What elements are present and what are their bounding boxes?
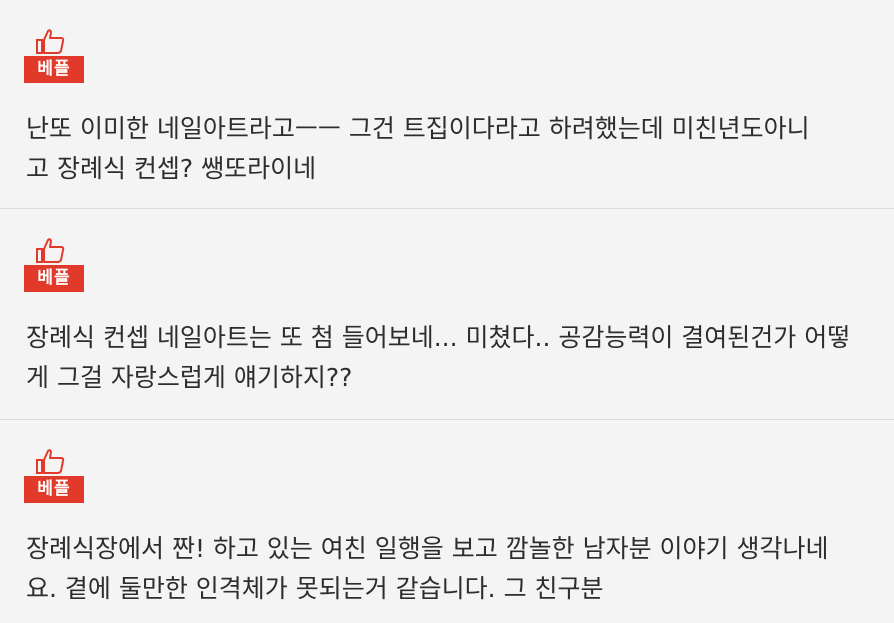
comment-list: 베플 난또 이미한 네일아트라고ㅡㅡ 그건 트집이다라고 하려했는데 미친년도아… xyxy=(0,0,894,623)
comment-text: 장례식 컨셉 네일아트는 또 첨 들어보네... 미쳤다.. 공감능력이 결여된… xyxy=(26,318,872,398)
best-badge: 베플 xyxy=(24,237,84,292)
thumbs-up-icon xyxy=(36,449,65,474)
comment-line: 장례식장에서 짠! 하고 있는 여친 일행을 보고 깜놀한 남자분 이야기 생각… xyxy=(26,534,829,563)
best-badge-label: 베플 xyxy=(24,265,84,292)
best-comment: 베플 장례식 컨셉 네일아트는 또 첨 들어보네... 미쳤다.. 공감능력이 … xyxy=(0,209,894,420)
thumbs-up-icon xyxy=(36,29,65,54)
best-badge-label: 베플 xyxy=(24,56,84,83)
comment-line: 고 장례식 컨셉? 쌩또라이네 xyxy=(26,154,317,183)
comment-line: 게 그걸 자랑스럽게 얘기하지?? xyxy=(26,363,353,392)
comment-line: 난또 이미한 네일아트라고ㅡㅡ 그건 트집이다라고 하려했는데 미친년도아니 xyxy=(26,114,810,143)
comment-text: 난또 이미한 네일아트라고ㅡㅡ 그건 트집이다라고 하려했는데 미친년도아니 고… xyxy=(26,109,872,189)
thumbs-up-icon xyxy=(36,238,65,263)
best-badge-label: 베플 xyxy=(24,476,84,503)
comment-text: 장례식장에서 짠! 하고 있는 여친 일행을 보고 깜놀한 남자분 이야기 생각… xyxy=(26,529,872,609)
comment-line: 장례식 컨셉 네일아트는 또 첨 들어보네... 미쳤다.. 공감능력이 결여된… xyxy=(26,323,851,352)
best-comment: 베플 장례식장에서 짠! 하고 있는 여친 일행을 보고 깜놀한 남자분 이야기… xyxy=(0,420,894,623)
comment-line: 요. 곁에 둘만한 인격체가 못되는거 같습니다. 그 친구분 xyxy=(26,574,604,603)
best-badge: 베플 xyxy=(24,448,84,503)
best-comment: 베플 난또 이미한 네일아트라고ㅡㅡ 그건 트집이다라고 하려했는데 미친년도아… xyxy=(0,0,894,209)
best-badge: 베플 xyxy=(24,28,84,83)
